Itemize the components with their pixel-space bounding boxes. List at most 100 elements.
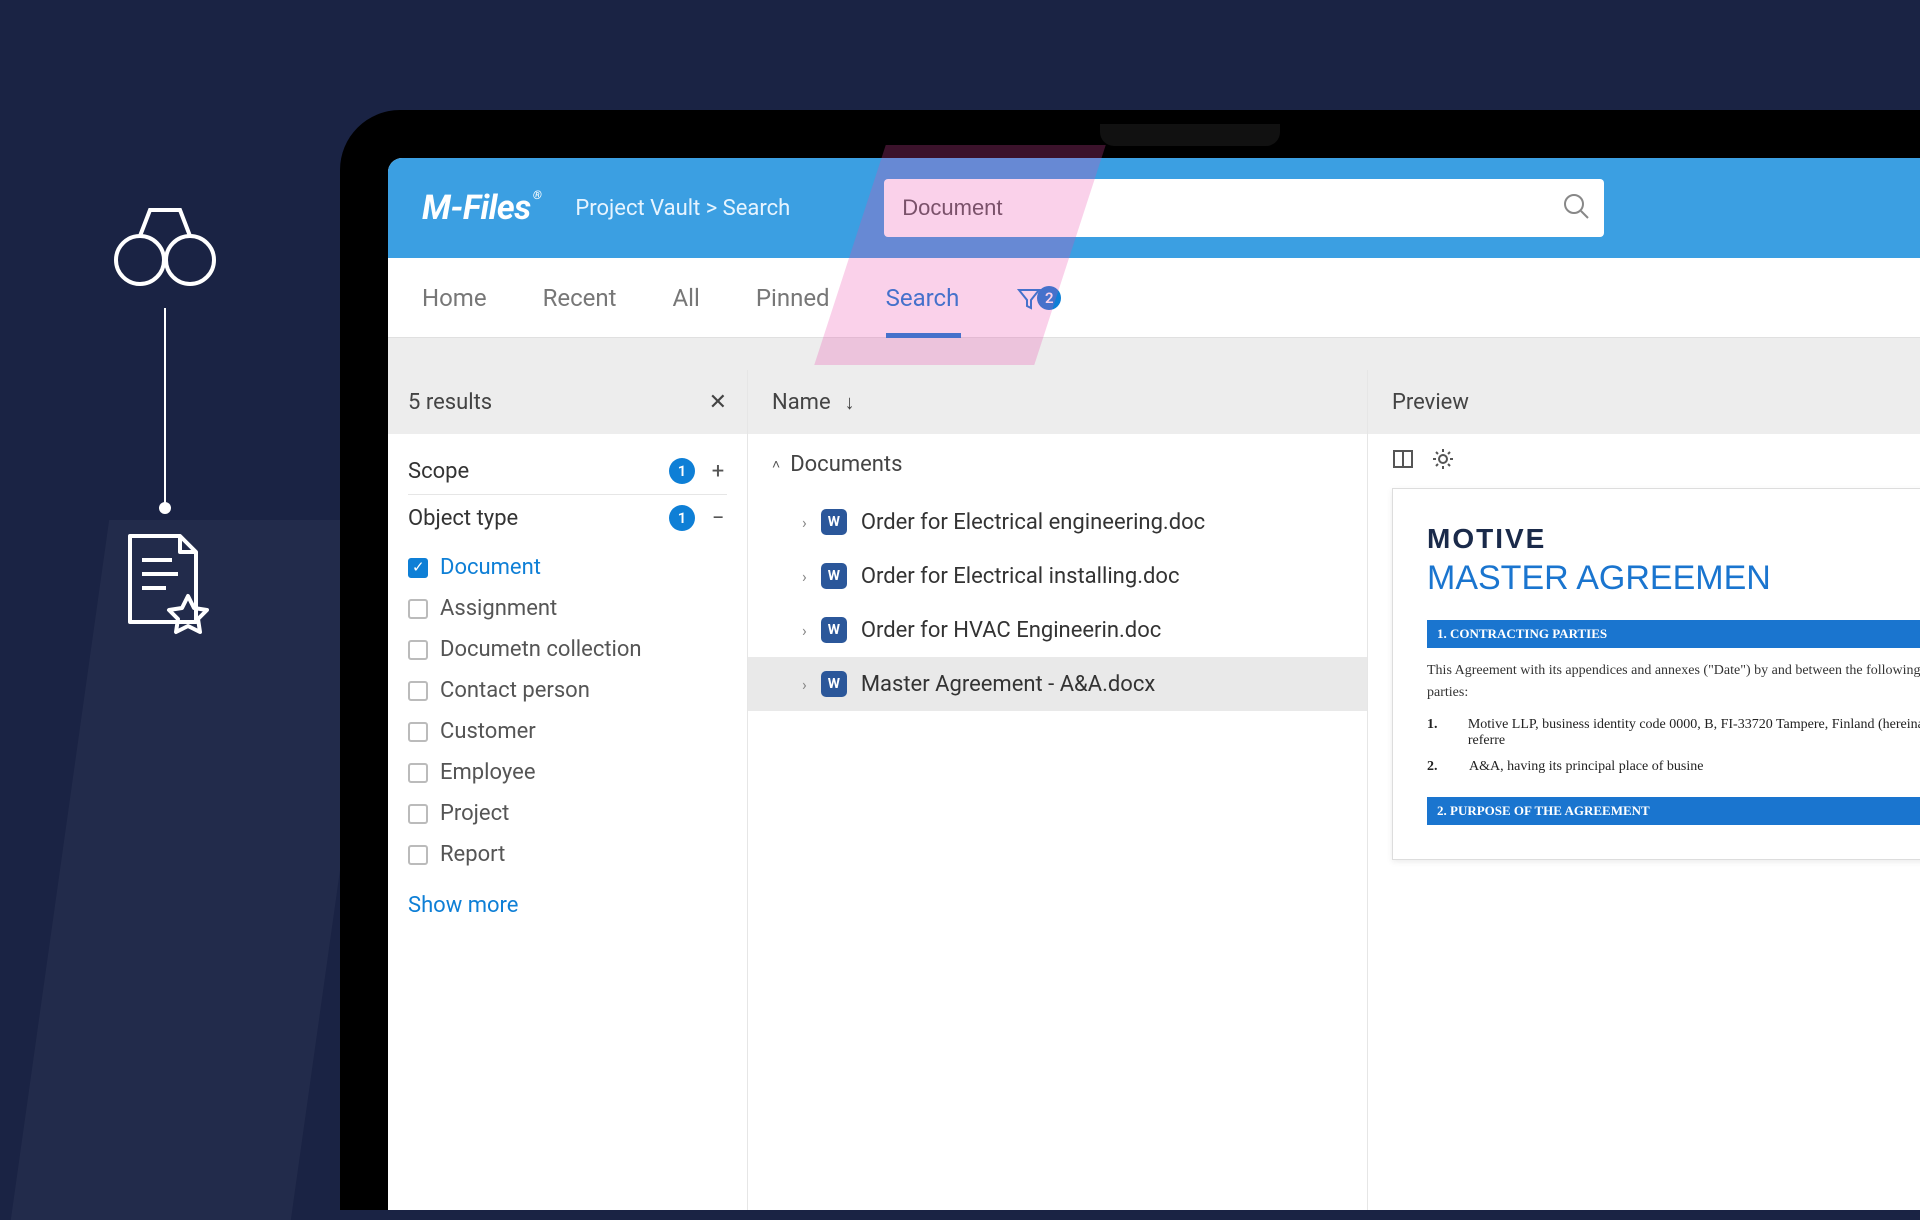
filter-option-label: Project xyxy=(440,801,509,826)
facet-scope-label: Scope xyxy=(408,459,469,484)
result-name: Order for Electrical engineering.doc xyxy=(861,510,1205,535)
filter-option[interactable]: Document xyxy=(408,547,727,588)
results-sort-label: Name xyxy=(772,390,831,415)
doc-title: MASTER AGREEMEN xyxy=(1427,559,1920,598)
filter-option[interactable]: Assignment xyxy=(408,588,727,629)
filter-option-label: Contact person xyxy=(440,678,590,703)
filter-header: 5 results ✕ xyxy=(388,370,747,434)
party1-num: 1. xyxy=(1427,717,1448,749)
result-item[interactable]: › W Order for Electrical engineering.doc xyxy=(748,495,1367,549)
chevron-right-icon: › xyxy=(802,513,807,532)
columns: 5 results ✕ Scope 1 + Object type xyxy=(388,370,1920,1210)
tab-pinned[interactable]: Pinned xyxy=(756,258,830,338)
filter-option-label: Customer xyxy=(440,719,536,744)
app-logo-text: M-Files xyxy=(422,188,531,228)
checkbox-icon xyxy=(408,640,428,660)
word-doc-icon: W xyxy=(821,509,847,535)
result-item[interactable]: › W Order for Electrical installing.doc xyxy=(748,549,1367,603)
party2-text: A&A, having its principal place of busin… xyxy=(1469,759,1703,775)
filter-option-label: Document xyxy=(440,555,541,580)
sort-arrow-icon: ↓ xyxy=(845,390,855,415)
result-item[interactable]: › W Master Agreement - A&A.docx xyxy=(748,657,1367,711)
doc-brand: MOTIVE xyxy=(1427,523,1920,555)
result-name: Order for Electrical installing.doc xyxy=(861,564,1180,589)
results-header[interactable]: Name ↓ xyxy=(748,370,1367,434)
binoculars-icon xyxy=(110,200,220,290)
document-star-icon xyxy=(110,526,220,636)
spacer-strip xyxy=(388,338,1920,370)
filter-option[interactable]: Customer xyxy=(408,711,727,752)
filter-option[interactable]: Project xyxy=(408,793,727,834)
party1-text: Motive LLP, business identity code 0000,… xyxy=(1468,717,1920,749)
filter-column: 5 results ✕ Scope 1 + Object type xyxy=(388,370,748,1210)
tab-all[interactable]: All xyxy=(673,258,700,338)
filter-option[interactable]: Employee xyxy=(408,752,727,793)
chevron-right-icon: › xyxy=(802,621,807,640)
word-doc-icon: W xyxy=(821,671,847,697)
filter-option-label: Assignment xyxy=(440,596,557,621)
scope-count-badge: 1 xyxy=(669,458,695,484)
search-icon[interactable] xyxy=(1562,192,1590,224)
word-doc-icon: W xyxy=(821,563,847,589)
checkbox-icon xyxy=(408,845,428,865)
preview-header: Preview xyxy=(1368,370,1920,434)
result-name: Master Agreement - A&A.docx xyxy=(861,672,1155,697)
group-label: Documents xyxy=(790,452,902,477)
layout-icon[interactable] xyxy=(1392,448,1414,474)
search-wrapper xyxy=(884,179,1604,237)
word-doc-icon: W xyxy=(821,617,847,643)
facet-scope[interactable]: Scope 1 + xyxy=(408,448,727,495)
preview-column: Preview MOTIVE MASTER AGREEMEN 1. CONTRA… xyxy=(1368,370,1920,1210)
checkbox-icon xyxy=(408,558,428,578)
doc-parties: 1. Motive LLP, business identity code 00… xyxy=(1427,717,1920,775)
results-count: 5 results xyxy=(408,390,492,415)
scope-expand-icon[interactable]: + xyxy=(709,459,727,484)
results-group[interactable]: ˄ Documents xyxy=(748,434,1367,495)
filter-option-label: Documetn collection xyxy=(440,637,642,662)
app-logo: M-Files® xyxy=(422,188,541,228)
laptop-notch xyxy=(1100,124,1280,146)
app-header: M-Files® Project Vault > Search xyxy=(388,158,1920,258)
chevron-right-icon: › xyxy=(802,567,807,586)
object-type-options: Document Assignment Documetn collection Con… xyxy=(388,541,747,885)
filter-option[interactable]: Documetn collection xyxy=(408,629,727,670)
filter-count-badge: 2 xyxy=(1037,286,1061,310)
search-input[interactable] xyxy=(884,179,1604,237)
results-list: › W Order for Electrical engineering.doc › W… xyxy=(748,495,1367,711)
tab-home[interactable]: Home xyxy=(422,258,487,338)
object-type-collapse-icon[interactable]: − xyxy=(709,506,727,531)
laptop-frame: M-Files® Project Vault > Search Home Rec… xyxy=(340,110,1920,1210)
caret-up-icon: ˄ xyxy=(772,456,780,473)
checkbox-icon xyxy=(408,763,428,783)
tab-bar: Home Recent All Pinned Search 2 xyxy=(388,258,1920,338)
preview-document: MOTIVE MASTER AGREEMEN 1. CONTRACTING PA… xyxy=(1392,488,1920,860)
results-column: Name ↓ ˄ Documents › W Order for Electrica… xyxy=(748,370,1368,1210)
checkbox-icon xyxy=(408,722,428,742)
filter-option[interactable]: Contact person xyxy=(408,670,727,711)
tab-recent[interactable]: Recent xyxy=(543,258,617,338)
filter-option[interactable]: Report xyxy=(408,834,727,875)
breadcrumb[interactable]: Project Vault > Search xyxy=(575,196,790,221)
checkbox-icon xyxy=(408,681,428,701)
gear-icon[interactable] xyxy=(1432,448,1454,474)
close-icon[interactable]: ✕ xyxy=(709,390,727,415)
doc-section-1: 1. CONTRACTING PARTIES xyxy=(1427,620,1920,648)
side-decoration xyxy=(110,200,220,636)
result-name: Order for HVAC Engineerin.doc xyxy=(861,618,1161,643)
facet-object-type[interactable]: Object type 1 − xyxy=(408,495,727,541)
result-item[interactable]: › W Order for HVAC Engineerin.doc xyxy=(748,603,1367,657)
facet-block: Scope 1 + Object type 1 − xyxy=(388,434,747,541)
tab-search[interactable]: Search xyxy=(886,258,960,338)
party2-num: 2. xyxy=(1427,759,1449,775)
checkbox-icon xyxy=(408,599,428,619)
object-type-count-badge: 1 xyxy=(669,505,695,531)
doc-section-2: 2. PURPOSE OF THE AGREEMENT xyxy=(1427,797,1920,825)
filter-option-label: Report xyxy=(440,842,505,867)
facet-object-type-label: Object type xyxy=(408,506,518,531)
preview-toolbar xyxy=(1368,434,1920,488)
filter-indicator[interactable]: 2 xyxy=(1015,284,1061,312)
preview-label: Preview xyxy=(1392,390,1469,415)
chevron-right-icon: › xyxy=(802,675,807,694)
show-more-link[interactable]: Show more xyxy=(388,885,747,926)
filter-option-label: Employee xyxy=(440,760,536,785)
